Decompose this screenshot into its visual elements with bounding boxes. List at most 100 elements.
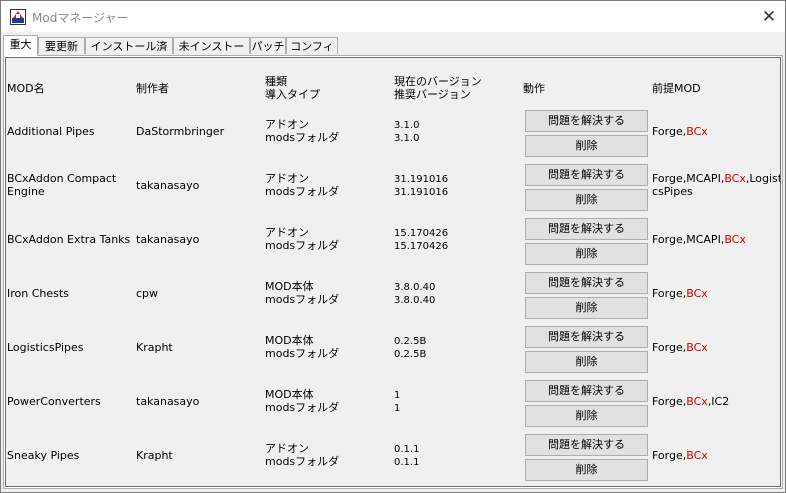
recommended-version: 0.1.1	[394, 457, 420, 468]
prereq-mods: Forge,BCx	[652, 341, 708, 354]
prereq-mods: Forge,MCAPI,BCx	[652, 233, 746, 246]
mod-author: takanasayo	[136, 233, 200, 246]
recommended-version: 31.191016	[394, 187, 449, 198]
resolve-issue-button[interactable]: 問題を解決する	[525, 434, 648, 456]
missing-prereq: BCx	[724, 172, 746, 185]
prereq-text: ,Logisti	[745, 172, 780, 185]
current-version: 1	[394, 390, 401, 401]
header-recommended-version-label: 推奨バージョン	[394, 88, 471, 101]
resolve-issue-button[interactable]: 問題を解決する	[525, 326, 648, 348]
close-icon[interactable]: ✕	[755, 5, 783, 29]
header-current-version-label: 現在のバージョン	[394, 75, 482, 88]
delete-button[interactable]: 削除	[525, 243, 648, 265]
header-type-label: 種類	[265, 75, 287, 88]
recommended-version: 0.2.5B	[394, 349, 427, 360]
prereq-text: csPipes	[652, 185, 693, 198]
prereq-mods: Forge,BCx	[652, 287, 708, 300]
mod-type: アドオン	[265, 442, 309, 455]
prereq-mods: Forge,MCAPI,BCx,Logisti	[652, 172, 780, 185]
app-icon	[10, 9, 26, 25]
recommended-version: 15.170426	[394, 241, 449, 252]
mod-type: MOD本体	[265, 388, 314, 401]
missing-prereq: BCx	[686, 395, 708, 408]
prereq-mods: Forge,BCx	[652, 125, 708, 138]
mod-author: takanasayo	[136, 179, 200, 192]
status-strip	[1, 489, 785, 492]
mod-type: アドオン	[265, 226, 309, 239]
header-action: 動作	[523, 82, 545, 95]
delete-button[interactable]: 削除	[525, 405, 648, 427]
prereq-text: Forge,MCAPI,	[652, 233, 725, 246]
prereq-mods-continued: csPipes	[652, 185, 693, 198]
mod-name: Additional Pipes	[7, 125, 95, 138]
mod-author: DaStormbringer	[136, 125, 225, 138]
prereq-text: Forge,	[652, 449, 687, 462]
tab-not-installed[interactable]: 未インストール	[173, 37, 250, 70]
mod-author: cpw	[136, 287, 159, 300]
mod-type: MOD本体	[265, 280, 314, 293]
prereq-mods: Forge,BCx,IC2	[652, 395, 729, 408]
mod-author: Krapht	[136, 449, 173, 462]
mod-name: BCxAddon Compact Engine	[7, 172, 117, 198]
prereq-mods: Forge,BCx	[652, 449, 708, 462]
recommended-version: 3.1.0	[394, 133, 420, 144]
current-version: 3.8.0.40	[394, 282, 436, 293]
resolve-issue-button[interactable]: 問題を解決する	[525, 272, 648, 294]
mod-name: Sneaky Pipes	[7, 449, 80, 462]
recommended-version: 3.8.0.40	[394, 295, 436, 306]
mod-name: Iron Chests	[7, 287, 69, 300]
current-version: 31.191016	[394, 174, 449, 185]
prereq-text: Forge,	[652, 125, 687, 138]
mod-install-type: modsフォルダ	[265, 347, 340, 360]
mod-install-type: modsフォルダ	[265, 239, 340, 252]
prereq-text: Forge,	[652, 341, 687, 354]
delete-button[interactable]: 削除	[525, 351, 648, 373]
missing-prereq: BCx	[686, 449, 708, 462]
mod-name: PowerConverters	[7, 395, 101, 408]
resolve-issue-button[interactable]: 問題を解決する	[525, 164, 648, 186]
tab-installed[interactable]: インストール済み	[85, 37, 173, 70]
mod-install-type: modsフォルダ	[265, 293, 340, 306]
mod-type: アドオン	[265, 172, 309, 185]
delete-button[interactable]: 削除	[525, 189, 648, 211]
resolve-issue-button[interactable]: 問題を解決する	[525, 218, 648, 240]
mod-type: アドオン	[265, 118, 309, 131]
delete-button[interactable]: 削除	[525, 459, 648, 481]
missing-prereq: BCx	[724, 233, 746, 246]
delete-button[interactable]: 削除	[525, 297, 648, 319]
tab-needs-update[interactable]: 要更新	[38, 37, 85, 54]
current-version: 15.170426	[394, 228, 449, 239]
title-bar: Modマネージャー ✕	[1, 1, 785, 32]
header-version: 現在のバージョン 推奨バージョン	[394, 75, 482, 101]
mod-author: takanasayo	[136, 395, 200, 408]
missing-prereq: BCx	[686, 125, 708, 138]
header-type: 種類 導入タイプ	[265, 75, 320, 101]
prereq-text: Forge,MCAPI,	[652, 172, 725, 185]
mod-manager-window: Modマネージャー ✕ 重大 要更新 インストール済み 未インストール パッチ …	[0, 0, 786, 493]
mod-author: Krapht	[136, 341, 173, 354]
window-title: Modマネージャー	[32, 11, 129, 25]
mod-list: MOD名 制作者 種類 導入タイプ 現在のバージョン 推奨バージョン 動作 前提…	[5, 57, 781, 487]
prereq-text: ,IC2	[707, 395, 730, 408]
missing-prereq: BCx	[686, 341, 708, 354]
mod-type: MOD本体	[265, 334, 314, 347]
header-mod-name: MOD名	[7, 82, 45, 95]
header-author: 制作者	[136, 82, 169, 95]
recommended-version: 1	[394, 403, 401, 414]
current-version: 0.1.1	[394, 444, 420, 455]
mod-install-type: modsフォルダ	[265, 455, 340, 468]
mod-name: BCxAddon Extra Tanks	[7, 233, 131, 246]
current-version: 3.1.0	[394, 120, 420, 131]
prereq-text: Forge,	[652, 287, 687, 300]
mod-install-type: modsフォルダ	[265, 131, 340, 144]
delete-button[interactable]: 削除	[525, 135, 648, 157]
resolve-issue-button[interactable]: 問題を解決する	[525, 380, 648, 402]
resolve-issue-button[interactable]: 問題を解決する	[525, 110, 648, 132]
header-prereq: 前提MOD	[652, 82, 701, 95]
header-install-type-label: 導入タイプ	[265, 88, 320, 101]
tab-patch[interactable]: パッチ	[250, 37, 286, 54]
missing-prereq: BCx	[686, 287, 708, 300]
prereq-text: Forge,	[652, 395, 687, 408]
tab-critical[interactable]: 重大	[3, 35, 38, 56]
tab-config[interactable]: コンフィグ	[286, 37, 338, 70]
